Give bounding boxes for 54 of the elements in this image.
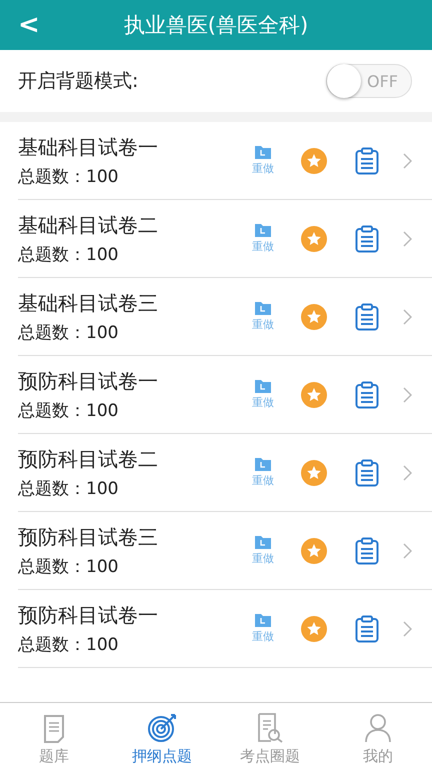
clipboard-icon[interactable] (355, 380, 379, 408)
redo-button[interactable]: 重做 (243, 145, 283, 176)
folder-icon (255, 613, 271, 627)
clipboard-icon[interactable] (355, 536, 379, 564)
tab-item[interactable]: 题库 (0, 703, 108, 768)
question-count: 总题数：100 (18, 322, 120, 344)
tab-item[interactable]: 押纲点题 (108, 703, 216, 768)
paper-title: 预防科目试卷三 (18, 524, 159, 550)
target-icon (147, 713, 177, 743)
redo-button[interactable]: 重做 (243, 223, 283, 254)
redo-button[interactable]: 重做 (243, 535, 283, 566)
question-count: 总题数：100 (18, 556, 120, 578)
document-icon (43, 715, 65, 743)
toggle-switch[interactable]: OFF (326, 64, 412, 98)
clipboard-icon[interactable] (355, 458, 379, 486)
question-count: 总题数：100 (18, 244, 120, 266)
question-count: 总题数：100 (18, 400, 120, 422)
redo-button[interactable]: 重做 (243, 613, 283, 644)
redo-button[interactable]: 重做 (243, 457, 283, 488)
folder-icon (255, 145, 271, 159)
chevron-right-icon[interactable] (403, 464, 412, 480)
clipboard-icon[interactable] (355, 302, 379, 330)
paper-title: 预防科目试卷一 (18, 368, 159, 394)
folder-icon (255, 379, 271, 393)
paper-title: 基础科目试卷二 (18, 212, 159, 238)
chevron-right-icon[interactable] (403, 386, 412, 402)
folder-icon (255, 301, 271, 315)
clipboard-icon[interactable] (355, 224, 379, 252)
paper-title: 预防科目试卷一 (18, 602, 159, 628)
person-icon (365, 713, 391, 743)
mode-label: 开启背题模式: (18, 69, 138, 94)
question-count: 总题数：100 (18, 166, 120, 188)
document-search-icon (257, 713, 283, 743)
chevron-right-icon[interactable] (403, 230, 412, 246)
redo-button[interactable]: 重做 (243, 379, 283, 410)
tab-item[interactable]: 考点圈题 (216, 703, 324, 768)
question-count: 总题数：100 (18, 634, 120, 656)
tab-item[interactable]: 我的 (324, 703, 432, 768)
folder-icon (255, 457, 271, 471)
question-count: 总题数：100 (18, 478, 120, 500)
back-button[interactable]: < (0, 10, 54, 40)
redo-button[interactable]: 重做 (243, 301, 283, 332)
folder-icon (255, 535, 271, 549)
chevron-right-icon[interactable] (403, 620, 412, 636)
chevron-right-icon[interactable] (403, 542, 412, 558)
clipboard-icon[interactable] (355, 614, 379, 642)
page-title: 执业兽医(兽医全科) (124, 12, 308, 39)
paper-title: 基础科目试卷一 (18, 134, 159, 160)
paper-title: 基础科目试卷三 (18, 290, 159, 316)
chevron-right-icon[interactable] (403, 152, 412, 168)
paper-title: 预防科目试卷二 (18, 446, 159, 472)
folder-icon (255, 223, 271, 237)
clipboard-icon[interactable] (355, 146, 379, 174)
chevron-right-icon[interactable] (403, 308, 412, 324)
